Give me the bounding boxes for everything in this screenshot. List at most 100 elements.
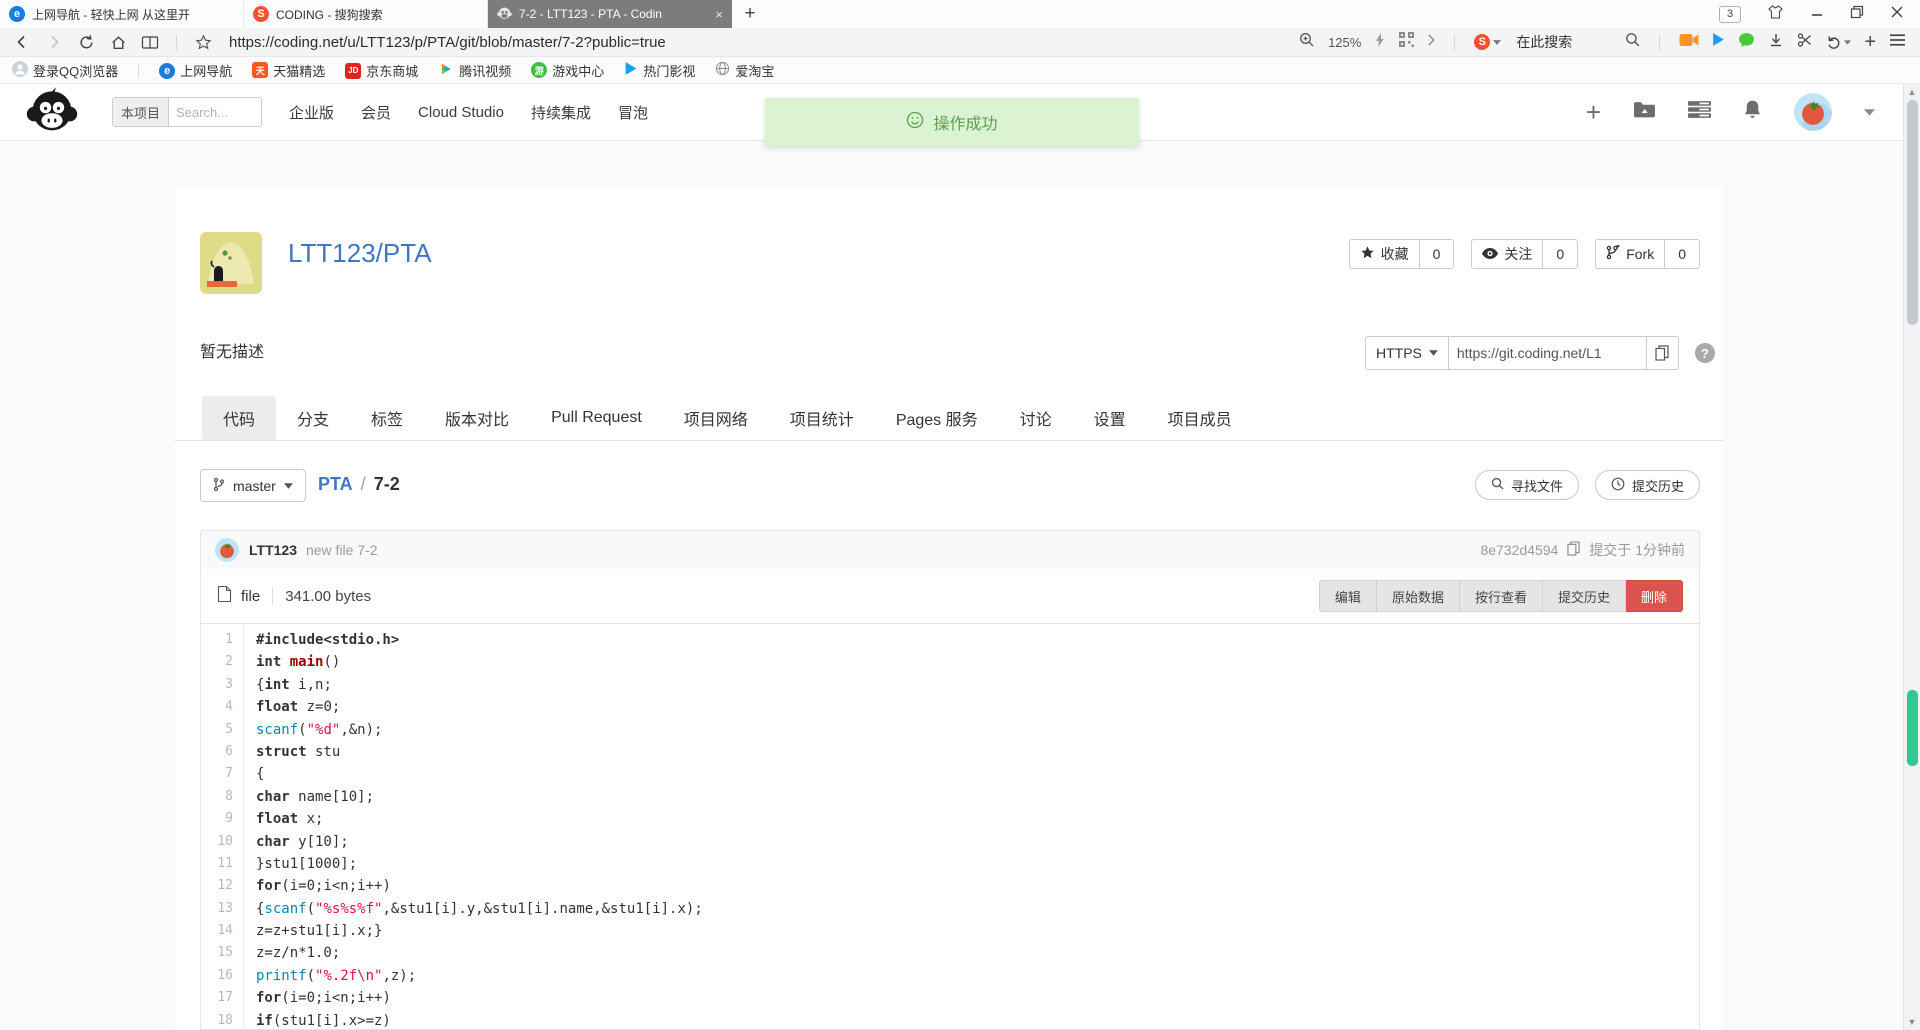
- tab-close-icon[interactable]: ×: [715, 7, 723, 22]
- search-input[interactable]: [169, 98, 261, 126]
- stat-label: 关注: [1504, 246, 1533, 262]
- repo-tab-讨论[interactable]: 讨论: [999, 396, 1073, 440]
- repo-tab-分支[interactable]: 分支: [276, 396, 350, 440]
- commit-author[interactable]: LTT123: [249, 542, 297, 558]
- copy-hash-icon[interactable]: [1567, 541, 1580, 559]
- clone-help-icon[interactable]: ?: [1694, 343, 1715, 363]
- minimize-button[interactable]: [1810, 5, 1824, 24]
- clock-icon: [1611, 477, 1625, 494]
- menu-icon[interactable]: [1889, 33, 1906, 52]
- project-folder-icon[interactable]: [1633, 100, 1656, 124]
- scrollbar-thumb[interactable]: [1907, 100, 1918, 325]
- delete-file-button[interactable]: 删除: [1625, 580, 1683, 612]
- user-avatar[interactable]: [1794, 93, 1832, 131]
- new-tab-button[interactable]: +: [732, 0, 768, 28]
- refresh-icon[interactable]: [74, 34, 98, 51]
- stat-count[interactable]: 0: [1418, 240, 1454, 268]
- repo-tab-Pages 服务[interactable]: Pages 服务: [875, 396, 999, 440]
- account-caret-icon[interactable]: [1864, 103, 1875, 121]
- header-nav-item[interactable]: 冒泡: [618, 102, 648, 123]
- bookmark-item[interactable]: JD 京东商城: [345, 61, 418, 80]
- forward-icon[interactable]: [42, 34, 66, 50]
- browser-tab[interactable]: S CODING - 搜狗搜索: [244, 0, 488, 28]
- search-icon[interactable]: [1625, 32, 1640, 52]
- find-file-button[interactable]: 寻找文件: [1474, 470, 1579, 500]
- video-capture-icon[interactable]: [1679, 33, 1699, 52]
- zoom-level[interactable]: 125%: [1328, 35, 1361, 50]
- stat-count[interactable]: 0: [1664, 240, 1699, 268]
- bookmark-item[interactable]: 登录QQ浏览器: [12, 60, 118, 80]
- commit-message[interactable]: new file 7-2: [306, 542, 378, 558]
- zoom-in-icon[interactable]: [1299, 32, 1315, 53]
- bookmark-item[interactable]: 天天猫精选: [252, 61, 325, 80]
- coding-logo-icon[interactable]: [26, 86, 78, 138]
- code-line: 6 struct stu: [201, 741, 1699, 763]
- header-nav-item[interactable]: 持续集成: [531, 102, 591, 123]
- repo-tab-项目统计[interactable]: 项目统计: [769, 396, 875, 440]
- sogou-search-engine-icon[interactable]: S: [1474, 34, 1502, 50]
- header-nav-item[interactable]: 会员: [361, 102, 391, 123]
- stat-count[interactable]: 0: [1542, 240, 1577, 268]
- notifications-bell-icon[interactable]: [1743, 99, 1762, 125]
- file-action-button[interactable]: 提交历史: [1542, 580, 1626, 612]
- media-play-icon[interactable]: [1712, 32, 1725, 52]
- repo-tab-项目网络[interactable]: 项目网络: [663, 396, 769, 440]
- url-field[interactable]: https://coding.net/u/LTT123/p/PTA/git/bl…: [229, 34, 666, 51]
- bookmark-item[interactable]: 爱淘宝: [715, 61, 774, 80]
- search-scope-label[interactable]: 本项目: [113, 98, 170, 126]
- stat-button[interactable]: Fork: [1596, 240, 1664, 268]
- theme-skin-icon[interactable]: [1767, 4, 1784, 25]
- qr-code-icon[interactable]: [1399, 32, 1415, 52]
- screenshot-scissors-icon[interactable]: [1797, 32, 1813, 53]
- stat-button[interactable]: 关注: [1472, 240, 1542, 268]
- repo-tab-标签[interactable]: 标签: [350, 396, 424, 440]
- clone-protocol-dropdown[interactable]: HTTPS: [1365, 336, 1449, 370]
- home-icon[interactable]: [106, 34, 130, 51]
- header-nav-item[interactable]: Cloud Studio: [418, 104, 504, 121]
- repo-tab-版本对比[interactable]: 版本对比: [424, 396, 530, 440]
- add-icon[interactable]: +: [1864, 31, 1876, 54]
- scroll-up-icon[interactable]: ▲: [1904, 87, 1920, 97]
- clone-url-input[interactable]: [1448, 336, 1647, 370]
- nav-e-icon: e: [159, 62, 176, 79]
- reading-mode-icon[interactable]: [138, 35, 162, 50]
- breadcrumb-repo-link[interactable]: PTA: [318, 474, 353, 495]
- create-new-icon[interactable]: +: [1586, 99, 1601, 125]
- stat-button[interactable]: 收藏: [1350, 240, 1419, 268]
- header-nav-item[interactable]: 企业版: [289, 102, 334, 123]
- commit-author-avatar[interactable]: [215, 538, 239, 562]
- back-icon[interactable]: [10, 34, 34, 50]
- chat-icon[interactable]: [1738, 32, 1755, 53]
- file-action-button[interactable]: 按行查看: [1459, 580, 1543, 612]
- copy-clone-url-button[interactable]: [1646, 336, 1679, 370]
- bookmark-item[interactable]: 腾讯视频: [438, 60, 511, 80]
- repo-tab-项目成员[interactable]: 项目成员: [1147, 396, 1253, 440]
- restore-closed-tab-icon[interactable]: [1826, 34, 1852, 50]
- favorite-star-icon[interactable]: [191, 34, 215, 51]
- file-action-button[interactable]: 编辑: [1318, 580, 1377, 612]
- bookmark-item[interactable]: 热门影视: [624, 61, 695, 80]
- browser-tab[interactable]: e 上网导航 - 轻快上网 从这里开: [0, 0, 244, 28]
- chevron-right-icon[interactable]: [1427, 33, 1435, 51]
- repo-tab-代码[interactable]: 代码: [202, 396, 277, 440]
- project-title-link[interactable]: LTT123/PTA: [288, 238, 432, 269]
- bookmark-item[interactable]: 游游戏中心: [531, 61, 604, 80]
- search-here-input[interactable]: 在此搜索: [1516, 32, 1572, 52]
- restore-button[interactable]: [1850, 5, 1864, 24]
- flash-block-icon[interactable]: [1374, 32, 1386, 53]
- repo-tab-Pull Request[interactable]: Pull Request: [530, 399, 663, 437]
- tab-count-badge[interactable]: 3: [1719, 5, 1741, 23]
- line-number: 7: [225, 766, 233, 782]
- browser-tab[interactable]: 7-2 - LTT123 - PTA - Codin ×: [488, 0, 732, 28]
- bookmark-item[interactable]: e 上网导航: [159, 61, 232, 80]
- download-icon[interactable]: [1768, 32, 1784, 53]
- page-scrollbar[interactable]: ▲ ▼: [1903, 84, 1920, 1030]
- commit-hash[interactable]: 8e732d4594: [1480, 542, 1558, 558]
- branch-selector[interactable]: master: [200, 469, 306, 502]
- scroll-down-icon[interactable]: ▼: [1904, 1017, 1920, 1027]
- repo-tab-设置[interactable]: 设置: [1073, 396, 1147, 440]
- file-action-button[interactable]: 原始数据: [1376, 580, 1460, 612]
- commit-history-button[interactable]: 提交历史: [1594, 470, 1700, 500]
- task-list-icon[interactable]: [1688, 101, 1711, 123]
- close-button[interactable]: [1890, 5, 1904, 24]
